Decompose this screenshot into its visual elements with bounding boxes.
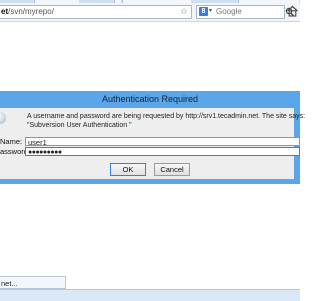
home-icon[interactable] [286, 4, 299, 18]
username-label: Name: [0, 137, 23, 146]
dialog-message: A username and password are being reques… [27, 112, 306, 130]
url-bar[interactable]: et/svn/myrepo/ ☆ [0, 5, 192, 19]
username-field[interactable]: user1 [25, 137, 300, 146]
ok-button[interactable]: OK [110, 163, 146, 176]
search-box[interactable]: 8 ▾ Google [196, 5, 295, 19]
message-line: A username and password are being reques… [27, 113, 306, 120]
dialog-title-bar[interactable]: Authentication Required [0, 91, 300, 108]
star-icon[interactable]: ☆ [180, 6, 188, 17]
password-field[interactable]: ●●●●●●●●● [25, 147, 300, 156]
url-text: et/svn/myrepo/ [1, 7, 54, 16]
message-line: "Subversion User Authentication " [27, 122, 132, 129]
cancel-button[interactable]: Cancel [154, 163, 190, 176]
status-text: net... [0, 276, 66, 289]
search-input[interactable]: Google [216, 6, 242, 17]
search-engine-icon[interactable]: 8 [199, 7, 208, 16]
status-bar [0, 289, 300, 301]
chevron-down-icon[interactable]: ▾ [209, 6, 212, 17]
